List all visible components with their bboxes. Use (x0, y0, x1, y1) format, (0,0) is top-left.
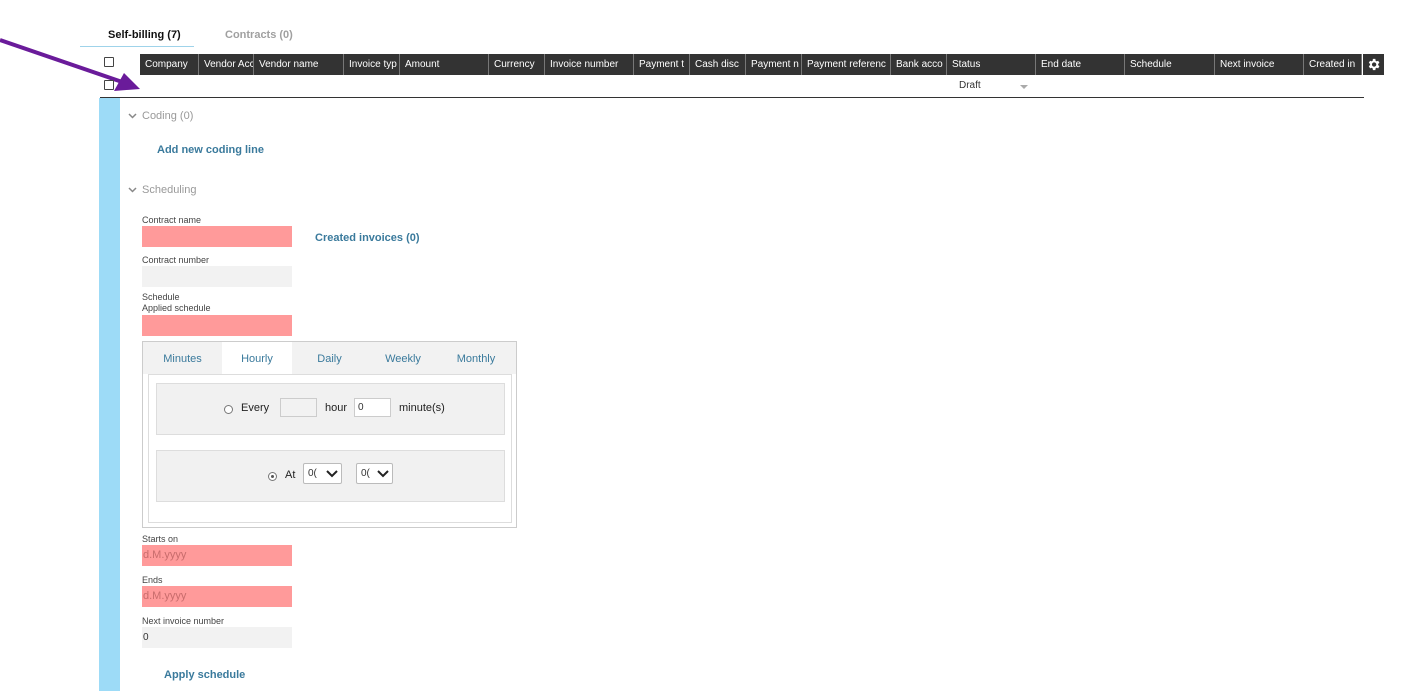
column-header-bank-account[interactable]: Bank acco (891, 54, 947, 75)
selected-row-bar (99, 98, 120, 691)
apply-schedule-button[interactable]: Apply schedule (164, 669, 245, 681)
scheduling-section-title: Scheduling (142, 184, 197, 196)
every-hour-input[interactable] (280, 398, 317, 417)
next-invoice-number-input[interactable]: 0 (142, 627, 292, 648)
chevron-down-icon (377, 470, 389, 478)
starts-on-label: Starts on (142, 534, 179, 544)
column-header-end-date[interactable]: End date (1036, 54, 1125, 75)
column-header-payment-terms[interactable]: Payment t (634, 54, 690, 75)
every-option-row: Every hour 0 minute(s) (156, 383, 505, 435)
next-invoice-number-label: Next invoice number (142, 616, 225, 626)
at-label: At (285, 469, 296, 481)
every-label: Every (241, 402, 270, 414)
select-all-checkbox[interactable] (104, 57, 114, 67)
tab-daily[interactable]: Daily (292, 342, 367, 374)
at-minute-select[interactable]: 0( (356, 463, 393, 484)
column-header-payment-reference[interactable]: Payment referenc (802, 54, 891, 75)
column-header-payment-method[interactable]: Payment n (746, 54, 802, 75)
at-radio[interactable] (268, 472, 277, 481)
hourly-tab-content: Every hour 0 minute(s) At 0( 0( (148, 374, 512, 523)
column-header-currency[interactable]: Currency (489, 54, 545, 75)
column-header-vendor-name[interactable]: Vendor name (254, 54, 344, 75)
column-header-cash-discount[interactable]: Cash disc (690, 54, 746, 75)
gear-icon (1368, 58, 1380, 71)
grid-header: Company Vendor Acc Vendor name Invoice t… (140, 54, 1362, 75)
coding-section-title: Coding (0) (142, 110, 194, 122)
at-minute-value: 0( (361, 468, 370, 479)
contract-number-input[interactable] (142, 266, 292, 287)
tab-hourly[interactable]: Hourly (222, 342, 292, 374)
applied-schedule-input[interactable] (142, 315, 292, 336)
column-header-amount[interactable]: Amount (400, 54, 489, 75)
grid-settings-button[interactable] (1363, 54, 1384, 75)
column-header-created-invoices[interactable]: Created in (1304, 54, 1362, 75)
applied-schedule-label: Applied schedule (142, 303, 211, 313)
filter-row-checkbox[interactable] (104, 80, 114, 90)
column-header-invoice-number[interactable]: Invoice number (545, 54, 634, 75)
contract-number-label: Contract number (142, 255, 210, 265)
column-header-status[interactable]: Status (947, 54, 1036, 75)
ends-label: Ends (142, 575, 163, 585)
tab-self-billing[interactable]: Self-billing (7) (108, 29, 181, 41)
column-header-company[interactable]: Company (140, 54, 199, 75)
contract-name-input[interactable] (142, 226, 292, 247)
add-coding-line-button[interactable]: Add new coding line (157, 144, 264, 156)
column-header-next-invoice[interactable]: Next invoice (1215, 54, 1304, 75)
active-tab-underline (80, 46, 194, 47)
at-hour-value: 0( (308, 468, 317, 479)
column-header-invoice-type[interactable]: Invoice typ (344, 54, 400, 75)
tab-monthly[interactable]: Monthly (439, 342, 513, 374)
contract-name-label: Contract name (142, 215, 202, 225)
every-radio[interactable] (224, 405, 233, 414)
status-filter-select[interactable]: Draft (959, 80, 981, 91)
annotation-arrow (0, 38, 140, 91)
every-minute-input[interactable]: 0 (354, 398, 391, 417)
column-header-vendor-account[interactable]: Vendor Acc (199, 54, 254, 75)
grid-divider (100, 97, 1364, 98)
chevron-down-icon (326, 470, 338, 478)
tab-contracts[interactable]: Contracts (0) (225, 29, 293, 41)
ends-input[interactable]: d.M.yyyy (142, 586, 292, 607)
scheduling-section-toggle[interactable]: Scheduling (128, 184, 197, 196)
schedule-panel: Minutes Hourly Daily Weekly Monthly Ever… (142, 341, 517, 528)
schedule-label: Schedule (142, 292, 180, 302)
at-hour-select[interactable]: 0( (303, 463, 342, 484)
created-invoices-link[interactable]: Created invoices (0) (315, 232, 420, 244)
starts-on-input[interactable]: d.M.yyyy (142, 545, 292, 566)
chevron-down-icon (128, 113, 137, 119)
tab-weekly[interactable]: Weekly (367, 342, 439, 374)
at-option-row: At 0( 0( (156, 450, 505, 502)
schedule-tabbar: Minutes Hourly Daily Weekly Monthly (143, 342, 516, 374)
chevron-down-icon (128, 187, 137, 193)
coding-section-toggle[interactable]: Coding (0) (128, 110, 194, 122)
chevron-down-icon (1020, 85, 1028, 89)
tab-minutes[interactable]: Minutes (143, 342, 222, 374)
hour-label: hour (325, 402, 348, 414)
column-header-schedule[interactable]: Schedule (1125, 54, 1215, 75)
minutes-label: minute(s) (399, 402, 445, 414)
